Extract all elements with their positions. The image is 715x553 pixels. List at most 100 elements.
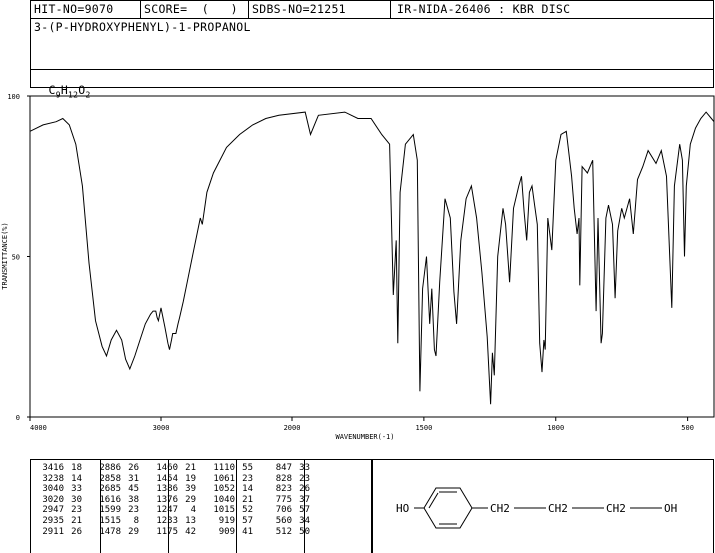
table-row: 2911 26 1478 29 1175 42 909 41 512 50 <box>34 527 319 538</box>
y-tick-label: 50 <box>12 254 20 262</box>
peak-transmittance: 21 <box>185 463 196 473</box>
peak-wavenumber: 1175 <box>156 526 178 537</box>
peak-wavenumber: 1015 <box>213 505 235 516</box>
peak-wavenumber: 909 <box>218 526 235 537</box>
peak-transmittance: 29 <box>128 526 139 537</box>
peak-transmittance: 23 <box>128 505 139 516</box>
x-tick-label: 2000 <box>284 424 301 432</box>
peak-wavenumber: 1376 <box>156 494 178 505</box>
structure-oh-label: OH <box>664 502 677 515</box>
x-tick-label: 3000 <box>153 424 170 432</box>
x-tick-label: 1000 <box>547 424 564 432</box>
peak-wavenumber: 2947 <box>42 505 64 516</box>
peak-wavenumber: 1478 <box>99 526 121 537</box>
peak-transmittance: 8 <box>133 515 139 526</box>
peak-transmittance: 29 <box>185 494 196 505</box>
peak-transmittance: 26 <box>128 463 139 473</box>
y-axis-label: TRANSMITTANCE(%) <box>1 222 9 289</box>
chain-ch2-3: CH2 <box>606 502 626 515</box>
peak-transmittance: 38 <box>128 494 139 505</box>
y-tick-label: 100 <box>7 93 20 101</box>
peak-wavenumber: 1616 <box>99 494 121 505</box>
peak-wavenumber: 2911 <box>42 526 64 537</box>
peak-transmittance: 34 <box>299 515 310 526</box>
peak-transmittance: 14 <box>242 484 253 495</box>
chain-ch2-2: CH2 <box>548 502 568 515</box>
spectrum-series-line <box>29 111 715 405</box>
peak-wavenumber: 1247 <box>156 505 178 516</box>
peak-wavenumber: 1110 <box>213 463 235 473</box>
peak-transmittance: 26 <box>71 526 82 537</box>
peak-wavenumber: 823 <box>275 484 292 495</box>
peak-transmittance: 21 <box>242 494 253 505</box>
x-tick-label: 1500 <box>415 424 432 432</box>
peak-transmittance: 57 <box>299 505 310 516</box>
table-row: 3416 18 2886 26 1460 21 1110 55 847 33 <box>34 463 319 474</box>
peak-transmittance: 14 <box>71 473 82 484</box>
chain-ch2-1: CH2 <box>490 502 510 515</box>
peak-wavenumber: 706 <box>275 505 292 516</box>
peak-wavenumber: 1386 <box>156 484 178 495</box>
peak-col-divider-2 <box>168 459 169 553</box>
peak-wavenumber: 3040 <box>42 484 64 495</box>
peak-wavenumber: 2935 <box>42 515 64 526</box>
benzene-ring <box>423 487 473 529</box>
peak-transmittance: 37 <box>299 494 310 505</box>
peak-wavenumber: 2858 <box>99 473 121 484</box>
peak-wavenumber: 3020 <box>42 494 64 505</box>
structure-ho-label: HO <box>396 502 409 515</box>
y-axis-ticks: 0 50 100 <box>7 93 30 422</box>
ir-spectrum-chart: 4000 3000 2000 1500 1000 500 0 50 100 WAVENUMBE… <box>1 93 715 441</box>
peak-transmittance: 23 <box>71 505 82 516</box>
table-row: 3238 14 2858 31 1454 19 1061 23 828 23 <box>34 474 319 485</box>
x-axis-label: WAVENUMBER(-1) <box>335 433 394 441</box>
peak-wavenumber: 828 <box>275 473 292 484</box>
peak-transmittance: 41 <box>242 526 253 537</box>
peak-wavenumber: 919 <box>218 515 235 526</box>
peak-wavenumber: 2886 <box>99 463 121 473</box>
peak-transmittance: 18 <box>71 463 82 473</box>
peak-wavenumber: 2685 <box>99 484 121 495</box>
peak-transmittance: 4 <box>190 505 196 516</box>
peak-transmittance: 45 <box>128 484 139 495</box>
peak-wavenumber: 1515 <box>99 515 121 526</box>
chemical-structure: HO CH2 CH2 CH2 OH <box>396 487 677 529</box>
peak-transmittance: 23 <box>299 473 310 484</box>
peak-transmittance: 57 <box>242 515 253 526</box>
peak-col-divider-4 <box>304 459 305 553</box>
peak-transmittance: 33 <box>71 484 82 495</box>
peak-table-container: 3416 18 2886 26 1460 21 1110 55 847 33 3238 14 2858 3… <box>34 463 319 537</box>
peak-wavenumber: 1454 <box>156 473 178 484</box>
table-row: 3020 30 1616 38 1376 29 1040 21 775 37 <box>34 495 319 506</box>
peak-wavenumber: 775 <box>275 494 292 505</box>
peak-transmittance: 50 <box>299 526 310 537</box>
peak-transmittance: 19 <box>185 473 196 484</box>
peak-transmittance: 13 <box>185 515 196 526</box>
peak-wavenumber: 1599 <box>99 505 121 516</box>
peak-wavenumber: 3238 <box>42 473 64 484</box>
peak-transmittance: 30 <box>71 494 82 505</box>
peak-transmittance: 39 <box>185 484 196 495</box>
table-row: 2947 23 1599 23 1247 4 1015 52 706 57 <box>34 505 319 516</box>
peak-transmittance: 55 <box>242 463 253 473</box>
peak-col-divider-1 <box>100 459 101 553</box>
x-axis-ticks: 4000 3000 2000 1500 1000 500 <box>29 417 694 432</box>
peak-wavenumber: 847 <box>275 463 292 473</box>
peak-transmittance: 26 <box>299 484 310 495</box>
peak-transmittance: 31 <box>128 473 139 484</box>
peak-wavenumber: 1052 <box>213 484 235 495</box>
plot-frame <box>29 95 715 418</box>
peak-wavenumber: 512 <box>275 526 292 537</box>
peak-wavenumber: 1061 <box>213 473 235 484</box>
table-row: 2935 21 1515 8 1233 13 919 57 560 34 <box>34 516 319 527</box>
y-tick-label: 0 <box>16 414 20 422</box>
peak-table: 3416 18 2886 26 1460 21 1110 55 847 33 3238 14 2858 3… <box>34 463 319 537</box>
ring-double-bond-3 <box>428 492 439 509</box>
peak-wavenumber: 3416 <box>42 463 64 473</box>
peak-wavenumber: 1460 <box>156 463 178 473</box>
peak-wavenumber: 1233 <box>156 515 178 526</box>
peak-transmittance: 33 <box>299 463 310 473</box>
peak-wavenumber: 560 <box>275 515 292 526</box>
peak-transmittance: 21 <box>71 515 82 526</box>
table-row: 3040 33 2685 45 1386 39 1052 14 823 26 <box>34 484 319 495</box>
